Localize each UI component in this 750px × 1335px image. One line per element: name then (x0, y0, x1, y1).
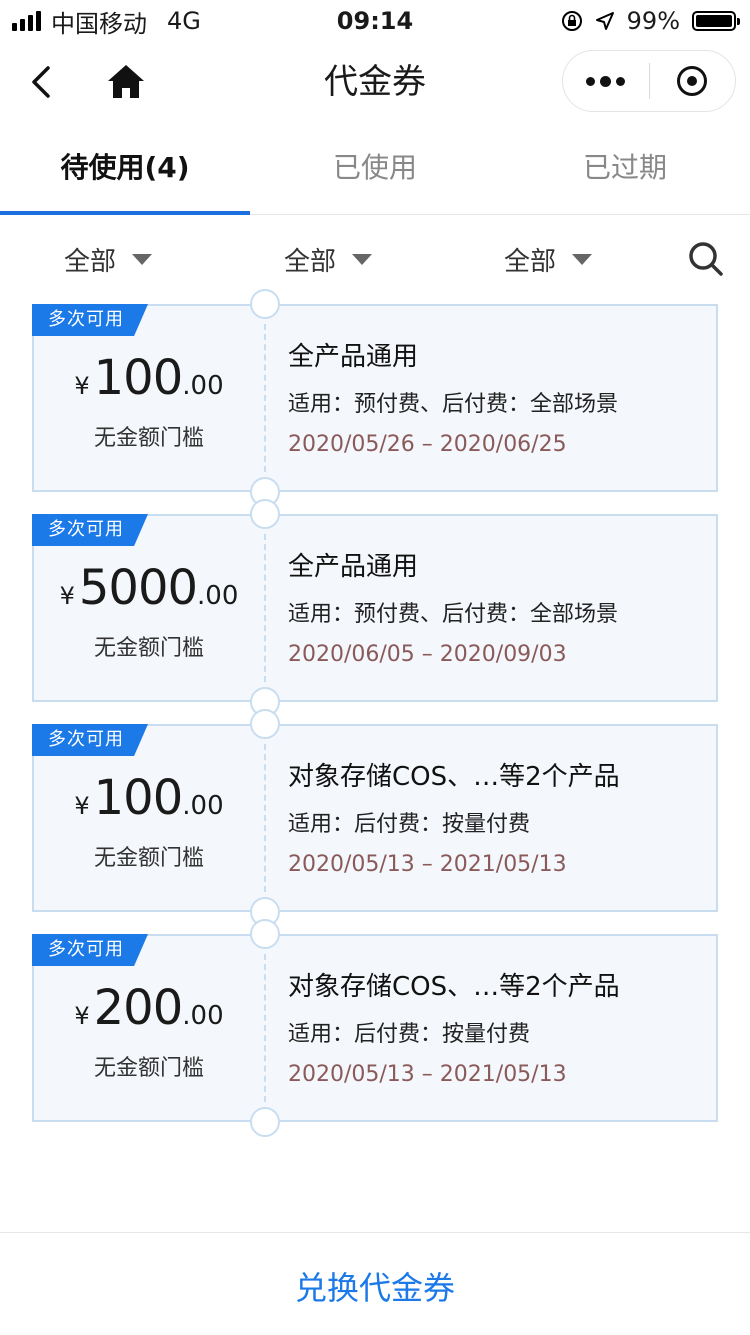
tab-expired[interactable]: 已过期 (500, 122, 750, 214)
coupon-validity: 2020/06/05 – 2020/09/03 (288, 642, 567, 667)
tab-unused[interactable]: 待使用(4) (0, 122, 250, 215)
filter-label: 全部 (504, 247, 557, 277)
coupon-status-tabs: 待使用(4) 已使用 已过期 (0, 122, 750, 215)
ticket-divider (264, 744, 266, 892)
amount-value: 5000 (78, 560, 198, 616)
coupon-amount: ¥100.00 (34, 350, 264, 406)
more-icon (586, 75, 626, 87)
amount-decimal: .00 (197, 581, 239, 611)
coupon-threshold: 无金额门槛 (93, 426, 204, 451)
multi-use-badge: 多次可用 (32, 304, 148, 336)
battery-icon (692, 11, 740, 31)
coupon-validity: 2020/05/13 – 2021/05/13 (288, 1062, 567, 1087)
ticket-notch (250, 499, 280, 529)
coupon-title: 对象存储COS、…等2个产品 (288, 762, 620, 792)
bottom-action-bar: 兑换代金券 (0, 1232, 750, 1335)
coupon-title: 全产品通用 (288, 552, 419, 582)
filter-label: 全部 (64, 247, 117, 277)
amount-value: 100 (93, 350, 184, 406)
search-icon[interactable] (688, 241, 724, 277)
caret-down-icon (572, 254, 593, 265)
currency-symbol: ¥ (59, 582, 75, 610)
coupon-card[interactable]: 多次可用 ¥100.00 无金额门槛 对象存储COS、…等2个产品 适用：后付费… (32, 709, 718, 927)
coupon-title: 全产品通用 (288, 342, 419, 372)
coupon-validity: 2020/05/13 – 2021/05/13 (288, 852, 567, 877)
coupon-threshold: 无金额门槛 (93, 846, 204, 871)
exchange-coupon-button[interactable]: 兑换代金券 (295, 1263, 455, 1309)
more-button[interactable] (563, 51, 649, 111)
coupon-title: 对象存储COS、…等2个产品 (288, 972, 620, 1002)
currency-symbol: ¥ (74, 1002, 90, 1030)
coupon-validity: 2020/05/26 – 2020/06/25 (288, 432, 567, 457)
filter-label: 全部 (284, 247, 337, 277)
currency-symbol: ¥ (74, 372, 90, 400)
amount-value: 100 (93, 770, 184, 826)
filter-bar: 全部 全部 全部 (0, 215, 750, 303)
ticket-divider (264, 534, 266, 682)
coupon-amount: ¥100.00 (34, 770, 264, 826)
multi-use-badge: 多次可用 (32, 514, 148, 546)
amount-value: 200 (93, 980, 184, 1036)
battery-percent: 99% (626, 7, 680, 35)
filter-dropdown-2[interactable]: 全部 (284, 241, 373, 278)
filter-dropdown-1[interactable]: 全部 (64, 241, 153, 278)
ticket-notch (250, 1107, 280, 1137)
coupon-card[interactable]: 多次可用 ¥5000.00 无金额门槛 全产品通用 适用：预付费、后付费：全部场… (32, 499, 718, 717)
coupon-amount: ¥200.00 (34, 980, 264, 1036)
currency-symbol: ¥ (74, 792, 90, 820)
coupon-card[interactable]: 多次可用 ¥100.00 无金额门槛 全产品通用 适用：预付费、后付费：全部场景… (32, 289, 718, 507)
status-bar: 中国移动 4G 09:14 99% (0, 0, 750, 42)
ticket-divider (264, 954, 266, 1102)
coupon-scope: 适用：预付费、后付费：全部场景 (288, 392, 619, 417)
tab-used[interactable]: 已使用 (250, 122, 500, 214)
amount-decimal: .00 (182, 371, 224, 401)
caret-down-icon (352, 254, 373, 265)
amount-decimal: .00 (182, 1001, 224, 1031)
mini-program-capsule (562, 50, 736, 112)
coupon-scope: 适用：预付费、后付费：全部场景 (288, 602, 619, 627)
ticket-notch (250, 709, 280, 739)
orientation-lock-icon (561, 11, 582, 31)
ticket-notch (250, 289, 280, 319)
close-mini-program-button[interactable] (650, 51, 736, 111)
status-right: 99% (561, 6, 740, 36)
coupon-card[interactable]: 多次可用 ¥200.00 无金额门槛 对象存储COS、…等2个产品 适用：后付费… (32, 919, 718, 1137)
coupon-scope: 适用：后付费：按量付费 (288, 812, 531, 837)
caret-down-icon (132, 254, 153, 265)
multi-use-badge: 多次可用 (32, 724, 148, 756)
target-icon (677, 66, 708, 96)
ticket-divider (264, 324, 266, 472)
filter-dropdown-3[interactable]: 全部 (504, 241, 593, 278)
coupon-scope: 适用：后付费：按量付费 (288, 1022, 531, 1047)
ticket-notch (250, 919, 280, 949)
navigation-bar: 代金券 (0, 42, 750, 122)
amount-decimal: .00 (182, 791, 224, 821)
multi-use-badge: 多次可用 (32, 934, 148, 966)
coupon-amount: ¥5000.00 (34, 560, 264, 616)
coupon-threshold: 无金额门槛 (93, 636, 204, 661)
location-icon (595, 12, 614, 30)
coupon-threshold: 无金额门槛 (93, 1056, 204, 1081)
